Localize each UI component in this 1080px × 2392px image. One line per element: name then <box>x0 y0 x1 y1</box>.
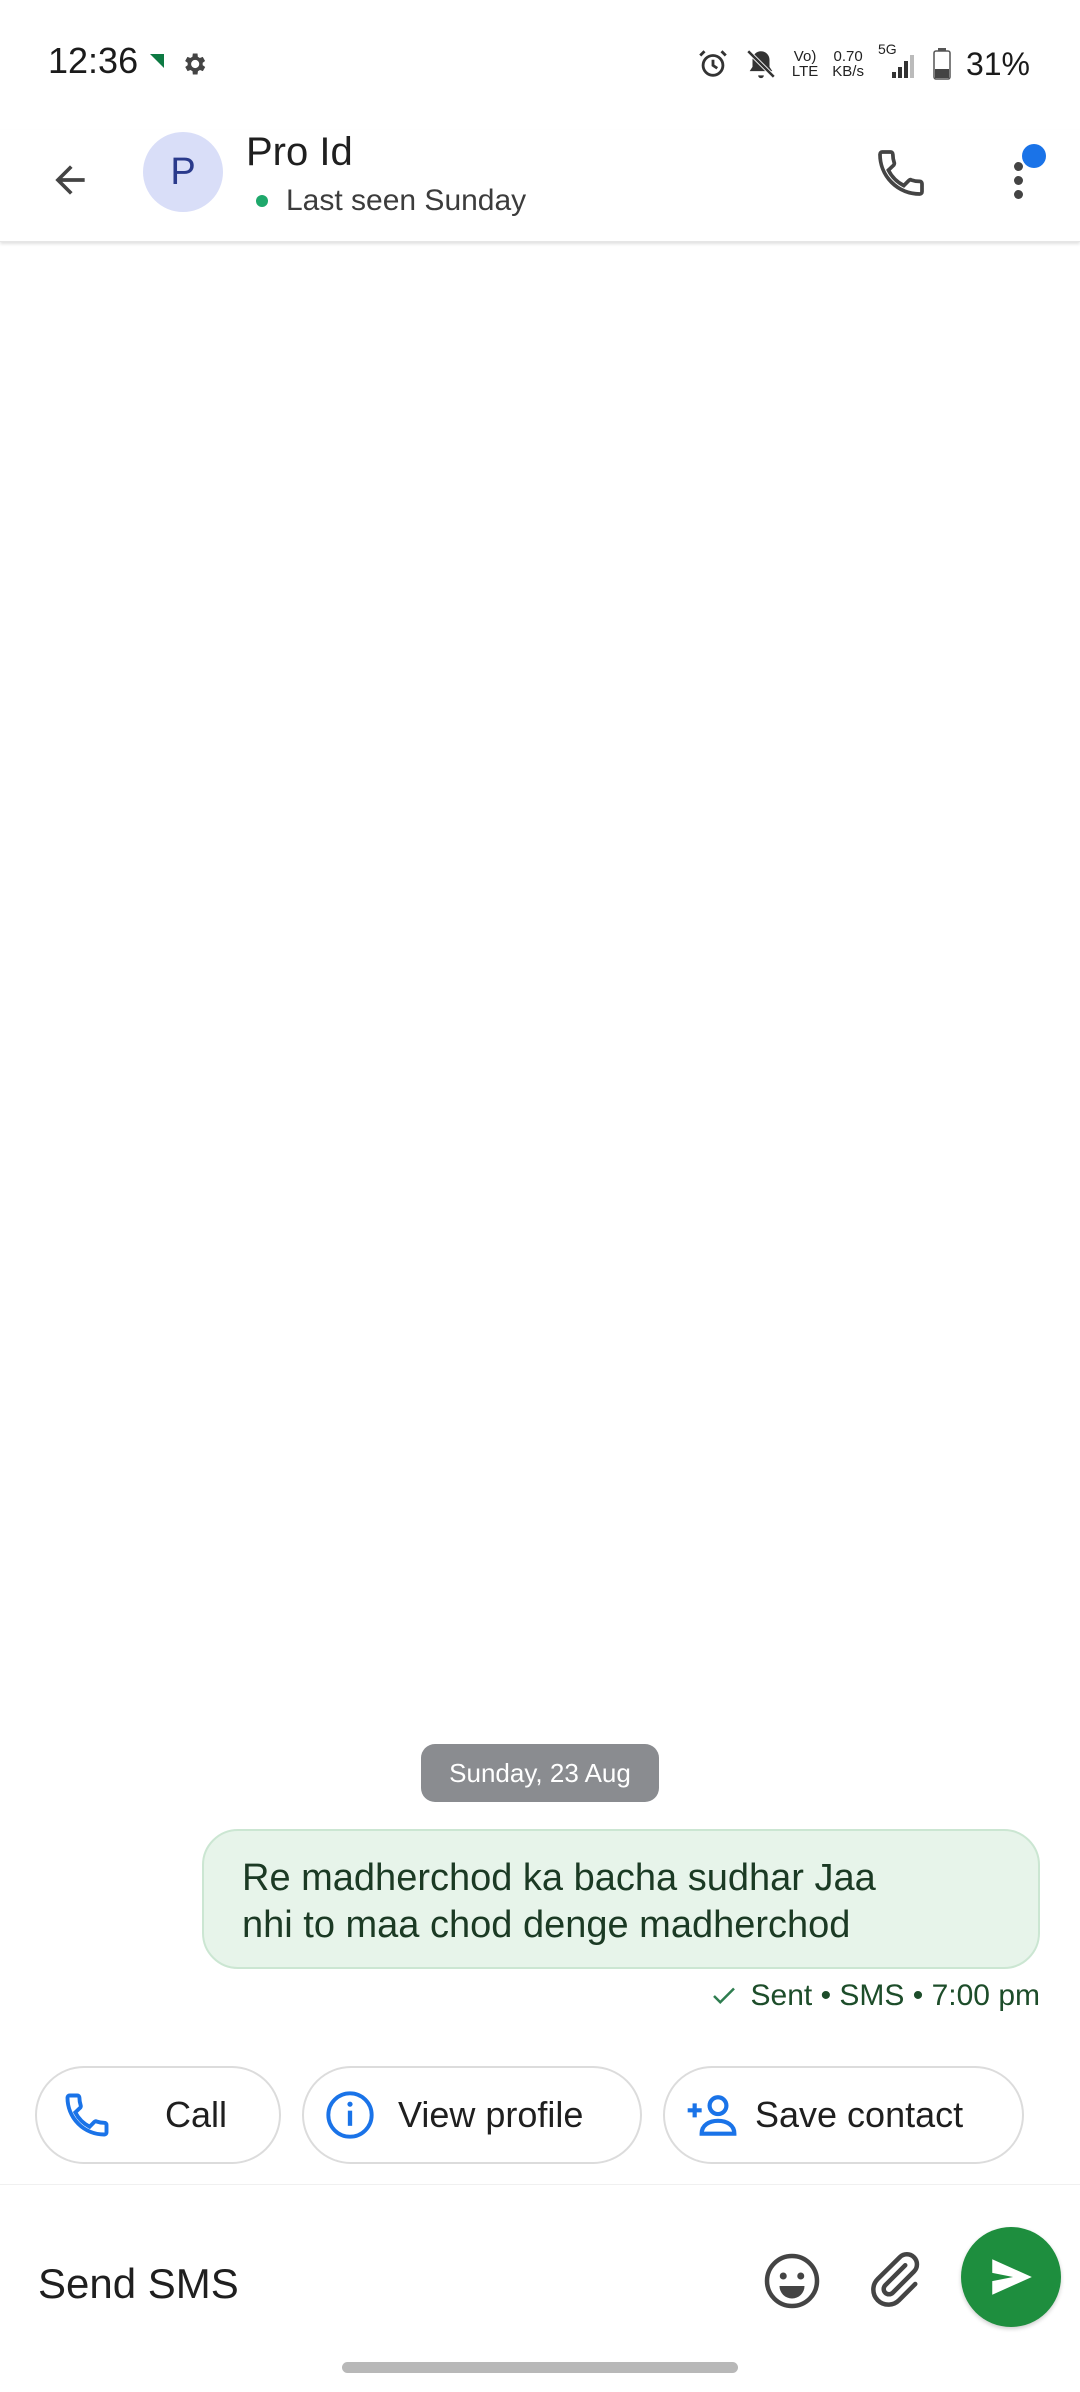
message-text-line-1: Re madherchod ka bacha sudhar Jaa <box>242 1857 876 1899</box>
signal-indicator: 5G <box>878 42 918 82</box>
message-status-text: Sent • SMS • 7:00 pm <box>750 1979 1040 2012</box>
emoji-icon[interactable] <box>762 2251 822 2311</box>
send-button[interactable] <box>961 2227 1061 2327</box>
contact-name[interactable]: Pro Id <box>246 130 353 175</box>
settings-gear-icon <box>185 53 206 75</box>
avatar[interactable]: P <box>143 132 223 212</box>
call-chip[interactable]: Call <box>35 2066 281 2164</box>
volte-bottom: LTE <box>791 63 819 80</box>
volte-indicator: Vo) LTE <box>792 49 818 79</box>
message-bubble-sent[interactable]: Re madherchod ka bacha sudhar Jaa nhi to… <box>202 1829 1040 1969</box>
presence-dot-icon <box>256 195 268 207</box>
compose-bar <box>0 2184 1080 2392</box>
back-button[interactable] <box>40 150 100 210</box>
view-profile-chip[interactable]: View profile <box>302 2066 642 2164</box>
status-bar: 12:36 Vo) LTE 0.70 KB/s 5G 31% <box>0 0 1080 130</box>
volte-top: Vo) <box>793 48 817 65</box>
check-icon <box>712 1987 735 2005</box>
more-dot-1-icon <box>1014 162 1023 171</box>
call-chip-label: Call <box>165 2094 228 2135</box>
info-icon <box>320 2085 380 2145</box>
suggestion-chips: Call View profile Save contact <box>0 2066 1080 2164</box>
message-text-line-2: nhi to maa chod denge madherchod <box>242 1904 851 1946</box>
save-contact-chip-label: Save contact <box>755 2094 964 2135</box>
speed-value: 0.70 <box>833 48 863 65</box>
last-seen-status: Last seen Sunday <box>256 184 526 218</box>
phone-icon <box>878 150 924 196</box>
more-dot-2-icon <box>1014 176 1023 185</box>
call-button[interactable] <box>866 138 936 208</box>
battery-percent: 31% <box>965 45 1030 82</box>
bell-off-icon <box>746 49 776 79</box>
phone-icon <box>57 2085 117 2145</box>
status-icons: Vo) LTE 0.70 KB/s 5G 31% <box>696 42 1030 84</box>
conversation-header: P Pro Id Last seen Sunday <box>0 130 1080 242</box>
home-indicator[interactable] <box>342 2362 738 2373</box>
message-status: Sent • SMS • 7:00 pm <box>709 1976 1040 2016</box>
person-add-icon <box>681 2085 741 2145</box>
alarm-icon <box>699 50 727 77</box>
status-time: 12:36 <box>48 40 139 81</box>
arrow-back-icon <box>55 165 85 195</box>
save-contact-chip[interactable]: Save contact <box>663 2066 1024 2164</box>
speed-unit: KB/s <box>832 63 864 80</box>
signal-bars-icon <box>891 55 914 78</box>
send-icon <box>992 2259 1032 2295</box>
more-dot-3-icon <box>1014 190 1023 199</box>
view-profile-chip-label: View profile <box>398 2094 584 2135</box>
message-input[interactable] <box>38 2249 718 2319</box>
attach-icon[interactable] <box>864 2249 924 2309</box>
last-seen-text: Last seen Sunday <box>286 184 527 217</box>
notification-badge <box>1022 144 1046 168</box>
battery-icon <box>933 48 951 80</box>
flag-icon <box>150 54 164 68</box>
network-speed: 0.70 KB/s <box>832 49 864 79</box>
date-separator: Sunday, 23 Aug <box>421 1744 659 1802</box>
more-options-button[interactable] <box>1000 138 1060 218</box>
